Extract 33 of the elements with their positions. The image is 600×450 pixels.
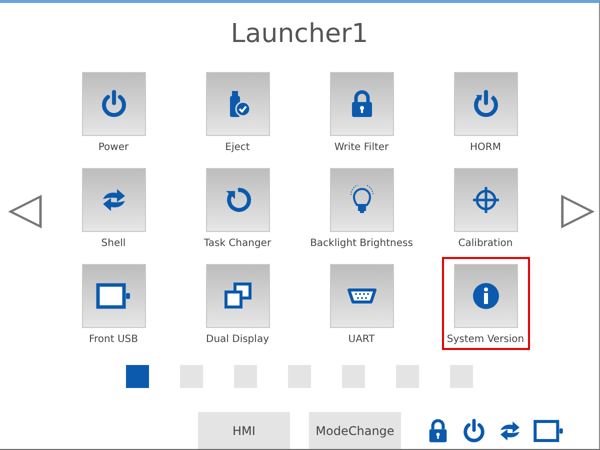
display-icon bbox=[96, 281, 132, 311]
app-label: Shell bbox=[101, 238, 126, 249]
app-label: Task Changer bbox=[204, 238, 272, 249]
app-label: Front USB bbox=[89, 334, 138, 345]
app-tile[interactable] bbox=[454, 264, 518, 328]
window-title: Launcher1 bbox=[230, 18, 370, 51]
app-tile[interactable] bbox=[330, 72, 394, 136]
app-label: Power bbox=[98, 142, 129, 153]
app-tile[interactable] bbox=[206, 264, 270, 328]
app-label: System Version bbox=[446, 334, 524, 345]
app-tile[interactable] bbox=[454, 72, 518, 136]
app-label: Write Filter bbox=[334, 142, 389, 153]
app-tile[interactable] bbox=[82, 264, 146, 328]
app-label: Dual Display bbox=[206, 334, 269, 345]
app-tile[interactable] bbox=[454, 168, 518, 232]
app-label: Backlight Brightness bbox=[310, 238, 413, 249]
power-icon bbox=[461, 418, 487, 444]
info-icon bbox=[470, 281, 500, 311]
dual-display-icon bbox=[222, 281, 252, 311]
app-tile[interactable] bbox=[206, 168, 270, 232]
app-tile[interactable] bbox=[82, 168, 146, 232]
app-tile[interactable] bbox=[82, 72, 146, 136]
app-tile[interactable] bbox=[330, 168, 394, 232]
mode-button[interactable]: ModeChange bbox=[309, 412, 401, 449]
app-tile[interactable] bbox=[206, 72, 270, 136]
app-label: HORM bbox=[470, 142, 501, 153]
crosshair-icon bbox=[470, 185, 500, 215]
app-label: Calibration bbox=[458, 238, 513, 249]
app-tile[interactable] bbox=[330, 264, 394, 328]
app-label: Eject bbox=[225, 142, 250, 153]
mode-button[interactable]: HMI bbox=[198, 412, 290, 449]
app-label: UART bbox=[348, 334, 375, 345]
display-icon bbox=[533, 418, 565, 444]
